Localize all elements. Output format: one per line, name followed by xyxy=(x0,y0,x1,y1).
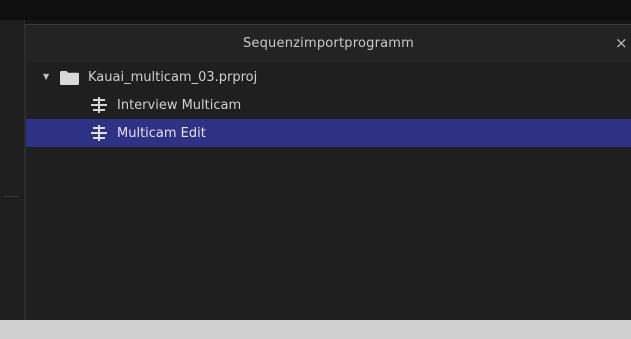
sequence-name: Multicam Edit xyxy=(117,125,206,141)
folder-icon xyxy=(60,70,79,85)
tree-item-sequence[interactable]: Interview Multicam xyxy=(26,91,631,119)
sequence-icon xyxy=(90,97,108,113)
dialog-title: Sequenzimportprogramm xyxy=(242,36,415,51)
sequence-icon xyxy=(90,125,108,141)
app-top-strip xyxy=(0,0,631,20)
app-bottom-strip xyxy=(0,320,631,339)
tree-item-sequence-selected[interactable]: Multicam Edit xyxy=(26,119,631,147)
project-name: Kauai_multicam_03.prproj xyxy=(88,69,258,85)
sequence-name: Interview Multicam xyxy=(117,97,242,113)
close-icon[interactable]: × xyxy=(615,33,631,53)
tree-item-project[interactable]: ▼ Kauai_multicam_03.prproj xyxy=(26,63,631,91)
dialog-titlebar: Sequenzimportprogramm × xyxy=(26,25,631,62)
sequence-tree: ▼ Kauai_multicam_03.prproj Interview Mul… xyxy=(26,63,631,147)
app-left-panel xyxy=(0,20,25,320)
expand-arrow-icon[interactable]: ▼ xyxy=(43,73,51,81)
panel-divider-tick xyxy=(4,196,18,197)
sequence-import-dialog: Sequenzimportprogramm × ▼ Kauai_multicam… xyxy=(25,24,631,320)
